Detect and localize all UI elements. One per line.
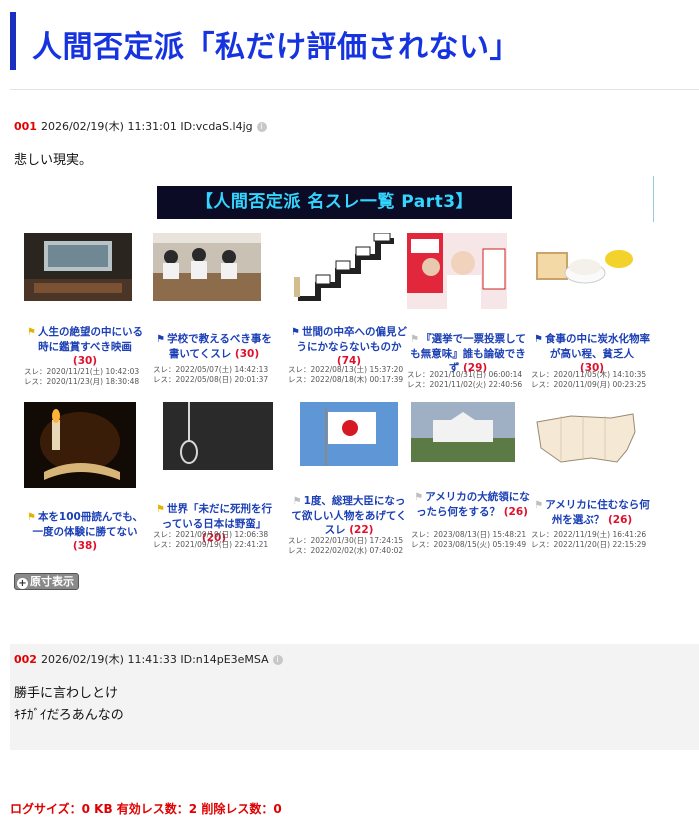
reply-date: レス：2022/11/20(日) 22:15:29: [531, 540, 647, 549]
post-number[interactable]: 001: [14, 120, 37, 133]
post-body: 悲しい現実。: [14, 153, 93, 168]
reply-date: レス：2022/08/18(木) 00:17:39: [288, 375, 404, 384]
thumbnail-candle-book: [24, 402, 136, 488]
flag-icon: ⚑: [156, 504, 165, 515]
log-size-footer: ログサイズ：0 KB 有効レス数：2 削除レス数：0: [10, 802, 282, 816]
thread-count: (30): [72, 355, 98, 367]
reply-date: レス：2022/02/02(水) 07:40:02: [288, 546, 404, 555]
thread-date: スレ：2022/05/07(土) 14:42:13: [153, 365, 269, 374]
thread-date: スレ：2022/08/13(土) 15:37:20: [288, 365, 404, 374]
info-icon[interactable]: i: [272, 655, 283, 665]
page-title-bar: 人間否定派「私だけ評価されない」: [10, 12, 576, 70]
thread-title: 食事の中に炭水化物率が高い程、貧乏人: [544, 333, 650, 360]
image-edge-line: [653, 176, 654, 222]
original-size-button[interactable]: + 原寸表示: [14, 573, 79, 590]
reply-date: レス：2022/05/08(日) 20:01:37: [153, 375, 269, 384]
thumbnail-election: [407, 233, 507, 309]
flag-icon: ⚑: [292, 496, 302, 507]
divider: [10, 89, 699, 90]
thread-date: スレ：2022/01/30(日) 17:24:15: [288, 536, 404, 545]
page-title: 人間否定派「私だけ評価されない」: [32, 30, 520, 65]
thread-title: アメリカに住むなら何州を選ぶ？: [545, 499, 650, 526]
thumbnail-home-theater: [24, 233, 132, 301]
zoom-in-icon: +: [17, 578, 28, 589]
flag-icon: ⚑: [410, 334, 420, 345]
flag-icon: ⚑: [291, 327, 300, 338]
thumbnail-white-house: [411, 402, 515, 462]
flag-icon: ⚑: [26, 512, 36, 523]
thread-title: 世間の中卒への偏見どうにかならないものか: [296, 326, 407, 353]
flag-icon: ⚑: [414, 492, 424, 503]
thread-count: (26): [503, 506, 528, 518]
flag-icon: ⚑: [534, 334, 543, 345]
reply-date: レス：2021/11/02(火) 22:40:56: [407, 380, 523, 389]
post-header: 002 2026/02/19(木) 11:41:33 ID:n14pE3eMSA i: [14, 651, 283, 667]
post-body: 勝手に言わしとけ: [14, 686, 119, 701]
thumbnail-japan-flag: [300, 402, 398, 466]
flag-icon: ⚑: [156, 334, 166, 345]
original-size-label: 原寸表示: [30, 575, 74, 588]
post-number[interactable]: 002: [14, 653, 37, 666]
thread-title: 本を100冊読んでも、一度の体験に勝てない: [32, 511, 144, 538]
thread-title: 人生の絶望の中にいる時に鑑賞すべき映画: [37, 326, 143, 353]
info-icon[interactable]: i: [256, 122, 267, 132]
flag-icon: ⚑: [534, 500, 544, 511]
image-banner: 【人間否定派 名スレ一覧 Part3】: [157, 186, 512, 219]
thread-date: スレ：2021/10/31(日) 06:00:14: [407, 370, 523, 379]
thumbnail-classroom: [153, 233, 261, 301]
post-image[interactable]: 【人間否定派 名スレ一覧 Part3】 ⚑ 人生の絶望の中にいる時に鑑賞すべき映画…: [14, 176, 655, 560]
reply-date: レス：2020/11/09(月) 00:23:25: [531, 380, 647, 389]
post-datetime: 2026/02/19(木) 11:31:01 ID:vcdaS.l4jg: [40, 120, 253, 133]
post-body: ｷﾁｶﾞｲだろあんなの: [14, 708, 124, 723]
reply-date: レス：2023/08/15(火) 05:19:49: [411, 540, 527, 549]
thread-date: スレ：2020/11/05(木) 14:10:35: [531, 370, 647, 379]
thread-count: (30): [234, 348, 260, 360]
reply-date: レス：2020/11/23(月) 18:30:48: [24, 377, 140, 386]
flag-icon: ⚑: [27, 327, 36, 338]
post-header: 001 2026/02/19(木) 11:31:01 ID:vcdaS.l4jg i: [14, 118, 267, 134]
thumbnail-us-map: [531, 402, 641, 478]
thumbnail-carbs: [531, 233, 639, 301]
thread-count: (38): [72, 540, 98, 552]
thread-count: (22): [349, 524, 374, 536]
reply-date: レス：2021/09/19(日) 22:41:21: [153, 540, 269, 549]
thread-date: スレ：2021/09/19(日) 12:06:38: [153, 530, 269, 539]
thread-date: スレ：2022/11/19(土) 16:41:26: [531, 530, 647, 539]
thumbnail-noose: [163, 402, 273, 470]
thread-title: 世界「未だに死刑を行っている日本は野蛮」: [161, 503, 272, 530]
thread-date: スレ：2023/08/13(日) 15:48:21: [411, 530, 527, 539]
post-datetime: 2026/02/19(木) 11:41:33 ID:n14pE3eMSA: [40, 653, 269, 666]
thumbnail-stairs: [288, 233, 396, 301]
thread-date: スレ：2020/11/21(土) 10:42:03: [24, 367, 140, 376]
thread-count: (26): [607, 514, 633, 526]
